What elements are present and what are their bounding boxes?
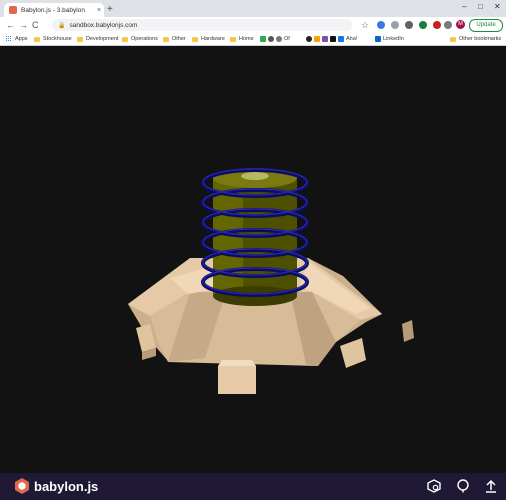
folder-icon — [77, 36, 83, 42]
babylon-logo-icon — [15, 478, 29, 494]
browser-toolbar: ← → C 🔒 sandbox.babylonjs.com ☆ M Update — [0, 17, 506, 33]
address-bar[interactable]: 🔒 sandbox.babylonjs.com — [52, 19, 352, 31]
extension-icon[interactable] — [419, 21, 427, 29]
bookmark-label: Apps — [15, 36, 28, 42]
extension-icon[interactable] — [444, 21, 452, 29]
extension-icon[interactable] — [377, 21, 385, 29]
environment-icon[interactable] — [456, 479, 470, 493]
maximize-button[interactable]: □ — [478, 2, 483, 11]
browser-chrome: Babylon.js - 3.babylon × + – □ ✕ ← → C 🔒… — [0, 0, 506, 46]
extension-icon[interactable] — [405, 21, 413, 29]
bookmark-operations[interactable]: Operations — [122, 34, 158, 44]
folder-icon — [122, 36, 128, 42]
bookmark-label: Stockhouse — [43, 36, 72, 42]
site-icon — [276, 36, 282, 42]
site-icon — [338, 36, 344, 42]
linkedin-icon — [375, 36, 381, 42]
bookmarks-bar: Apps Stockhouse Development Operations O… — [0, 33, 506, 46]
bookmark-star-icon[interactable]: ☆ — [361, 19, 369, 31]
inspector-icon[interactable] — [427, 479, 441, 493]
lock-icon: 🔒 — [58, 22, 66, 29]
bookmark-other-bookmarks[interactable]: Other bookmarks — [450, 34, 501, 44]
babylon-favicon-icon — [9, 6, 17, 14]
bookmark-site-icons[interactable]: Of — [260, 34, 290, 44]
extension-icon[interactable] — [433, 21, 441, 29]
render-canvas[interactable] — [0, 46, 506, 473]
back-button[interactable]: ← — [6, 19, 15, 31]
bookmark-label: LinkedIn — [383, 36, 404, 42]
tab-strip: Babylon.js - 3.babylon × + – □ ✕ — [0, 0, 506, 17]
bookmark-label: Of — [284, 36, 290, 42]
bookmark-site-icons[interactable]: Aha! — [306, 34, 357, 44]
upload-icon[interactable] — [484, 479, 498, 493]
bookmark-home[interactable]: Home — [230, 34, 254, 44]
profile-avatar[interactable]: M — [456, 20, 465, 29]
window-close-button[interactable]: ✕ — [494, 2, 501, 11]
site-icon — [330, 36, 336, 42]
site-icon — [322, 36, 328, 42]
apps-icon — [6, 36, 12, 42]
tab-babylon[interactable]: Babylon.js - 3.babylon × — [4, 3, 104, 17]
folder-icon — [450, 36, 456, 42]
sandbox-footer: babylon.js — [0, 473, 506, 500]
bookmark-label: Operations — [131, 36, 158, 42]
bookmark-label: Hardware — [201, 36, 225, 42]
site-icon — [268, 36, 274, 42]
folder-icon — [192, 36, 198, 42]
bookmark-stockhouse[interactable]: Stockhouse — [34, 34, 72, 44]
bookmark-apps[interactable]: Apps — [6, 34, 28, 44]
address-url: sandbox.babylonjs.com — [69, 21, 138, 29]
bookmark-label: Other bookmarks — [459, 36, 502, 42]
forward-button[interactable]: → — [19, 19, 28, 31]
folder-icon — [230, 36, 236, 42]
new-tab-button[interactable]: + — [107, 4, 113, 16]
bookmark-hardware[interactable]: Hardware — [192, 34, 225, 44]
folder-icon — [34, 36, 40, 42]
bookmark-linkedin[interactable]: LinkedIn — [375, 34, 404, 44]
folder-icon — [163, 36, 169, 42]
bookmark-development[interactable]: Development — [77, 34, 118, 44]
tab-close-icon[interactable]: × — [94, 7, 104, 14]
3d-scene — [128, 168, 414, 394]
reload-button[interactable]: C — [32, 19, 39, 31]
update-button[interactable]: Update — [469, 19, 503, 32]
tab-title: Babylon.js - 3.babylon — [21, 6, 85, 14]
github-icon — [306, 36, 312, 42]
extension-icon[interactable] — [391, 21, 399, 29]
drive-icon — [260, 36, 266, 42]
bookmark-label: Aha! — [346, 36, 358, 42]
minimize-button[interactable]: – — [462, 2, 466, 11]
bookmark-label: Development — [86, 36, 119, 42]
check-icon — [314, 36, 320, 42]
bookmark-other[interactable]: Other — [163, 34, 186, 44]
bookmark-label: Home — [239, 36, 254, 42]
brand-label: babylon.js — [34, 478, 99, 494]
babylon-logo[interactable]: babylon.js — [14, 478, 98, 494]
bookmark-label: Other — [172, 36, 186, 42]
